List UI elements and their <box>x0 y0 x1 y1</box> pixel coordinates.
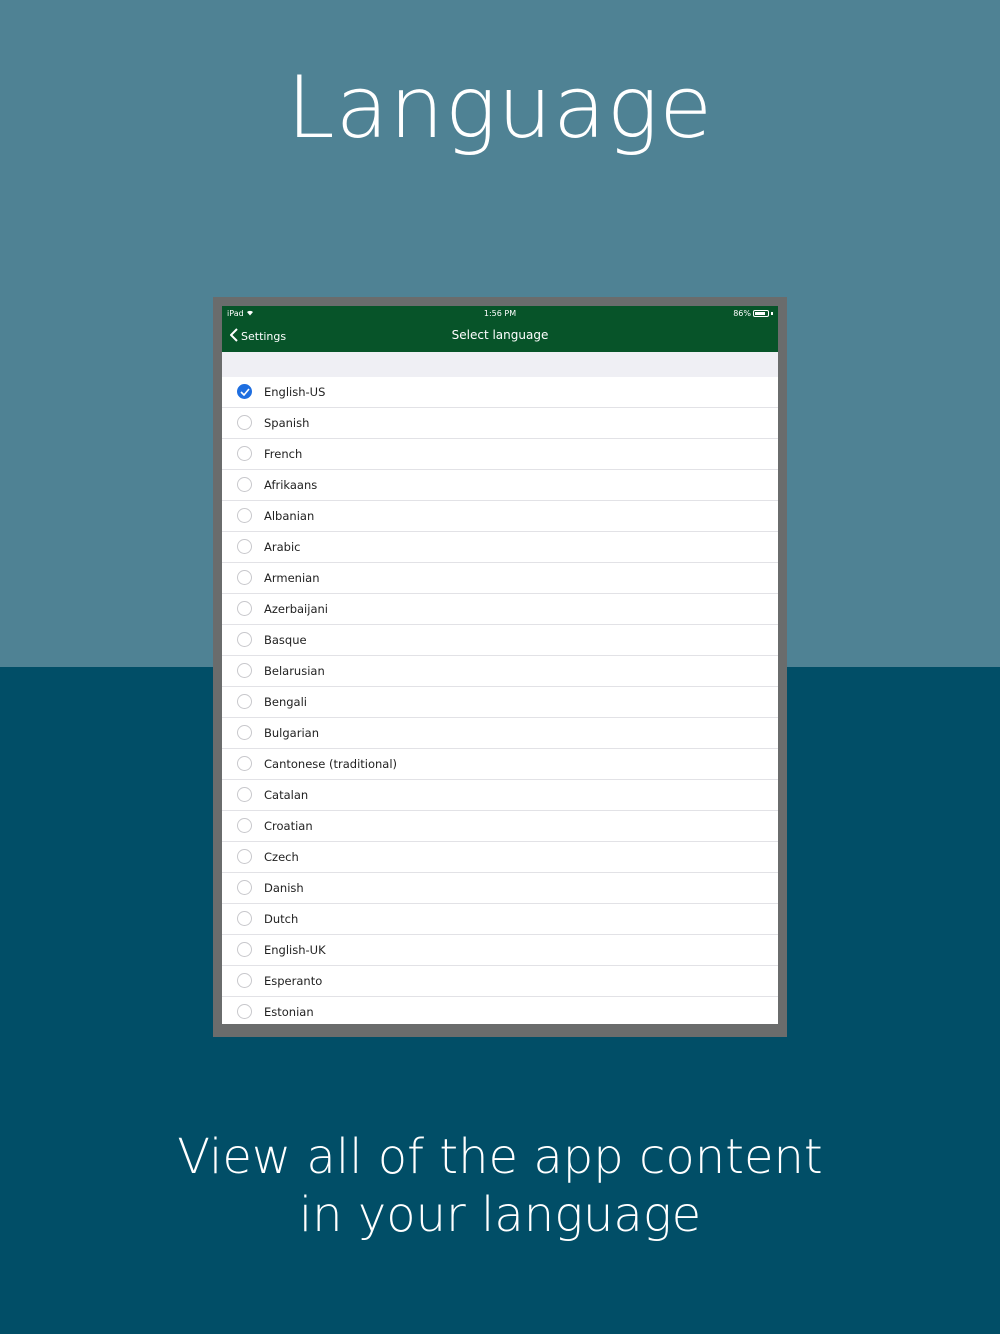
radio-icon <box>237 818 252 833</box>
radio-icon <box>237 663 252 678</box>
radio-icon <box>237 508 252 523</box>
language-row[interactable]: Czech <box>222 842 778 873</box>
device-screen: iPad 1:56 PM 86% Settings Select languag… <box>222 306 778 1024</box>
language-label: Estonian <box>264 1005 314 1019</box>
radio-icon <box>237 446 252 461</box>
language-row[interactable]: Dutch <box>222 904 778 935</box>
language-row[interactable]: Croatian <box>222 811 778 842</box>
language-label: Afrikaans <box>264 478 318 492</box>
promo-headline: Language <box>286 58 714 158</box>
language-row[interactable]: Bulgarian <box>222 718 778 749</box>
section-header-gap <box>222 352 778 377</box>
radio-icon <box>237 880 252 895</box>
language-row[interactable]: Armenian <box>222 563 778 594</box>
caption-line-1: View all of the app content <box>177 1129 823 1185</box>
radio-icon <box>237 539 252 554</box>
radio-icon <box>237 632 252 647</box>
radio-icon <box>237 1004 252 1019</box>
radio-icon <box>237 601 252 616</box>
language-label: Arabic <box>264 540 301 554</box>
language-label: Basque <box>264 633 307 647</box>
language-row[interactable]: Bengali <box>222 687 778 718</box>
language-row[interactable]: Belarusian <box>222 656 778 687</box>
language-row[interactable]: Afrikaans <box>222 470 778 501</box>
language-label: Belarusian <box>264 664 325 678</box>
language-label: English-UK <box>264 943 326 957</box>
battery-icon <box>753 310 769 317</box>
radio-icon <box>237 849 252 864</box>
radio-icon <box>237 477 252 492</box>
radio-icon <box>237 756 252 771</box>
language-label: French <box>264 447 303 461</box>
caption-line-2: in your language <box>298 1187 702 1243</box>
radio-icon <box>237 911 252 926</box>
language-row[interactable]: English-US <box>222 377 778 408</box>
language-row[interactable]: Cantonese (traditional) <box>222 749 778 780</box>
language-row[interactable]: Albanian <box>222 501 778 532</box>
language-row[interactable]: Danish <box>222 873 778 904</box>
language-row[interactable]: Arabic <box>222 532 778 563</box>
language-label: Dutch <box>264 912 299 926</box>
radio-icon <box>237 725 252 740</box>
language-row[interactable]: Spanish <box>222 408 778 439</box>
radio-icon <box>237 694 252 709</box>
language-label: Azerbaijani <box>264 602 328 616</box>
language-label: Cantonese (traditional) <box>264 757 398 771</box>
status-battery: 86% <box>733 309 773 318</box>
language-label: Esperanto <box>264 974 323 988</box>
language-row[interactable]: Estonian <box>222 997 778 1024</box>
radio-icon <box>237 415 252 430</box>
nav-title: Select language <box>451 328 549 342</box>
language-row[interactable]: French <box>222 439 778 470</box>
language-row[interactable]: Esperanto <box>222 966 778 997</box>
language-label: Bengali <box>264 695 307 709</box>
radio-icon <box>237 570 252 585</box>
language-label: Albanian <box>264 509 315 523</box>
radio-icon <box>237 787 252 802</box>
language-label: Croatian <box>264 819 313 833</box>
language-label: Bulgarian <box>264 726 319 740</box>
battery-percent: 86% <box>733 309 751 318</box>
navigation-bar: iPad 1:56 PM 86% Settings Select languag… <box>222 306 778 352</box>
device-frame: iPad 1:56 PM 86% Settings Select languag… <box>213 297 787 1037</box>
language-row[interactable]: English-UK <box>222 935 778 966</box>
language-label: Danish <box>264 881 304 895</box>
radio-icon <box>237 942 252 957</box>
checkmark-icon <box>237 384 252 399</box>
promo-caption: View all of the app content in your lang… <box>0 1128 1000 1244</box>
language-label: Spanish <box>264 416 310 430</box>
language-label: Catalan <box>264 788 309 802</box>
language-label: Czech <box>264 850 299 864</box>
language-label: English-US <box>264 385 326 399</box>
language-row[interactable]: Basque <box>222 625 778 656</box>
language-list: English-US Spanish French Afrikaans Albanian… <box>222 377 778 1024</box>
language-label: Armenian <box>264 571 320 585</box>
language-row[interactable]: Azerbaijani <box>222 594 778 625</box>
status-time: 1:56 PM <box>483 309 517 318</box>
radio-icon <box>237 973 252 988</box>
language-row[interactable]: Catalan <box>222 780 778 811</box>
